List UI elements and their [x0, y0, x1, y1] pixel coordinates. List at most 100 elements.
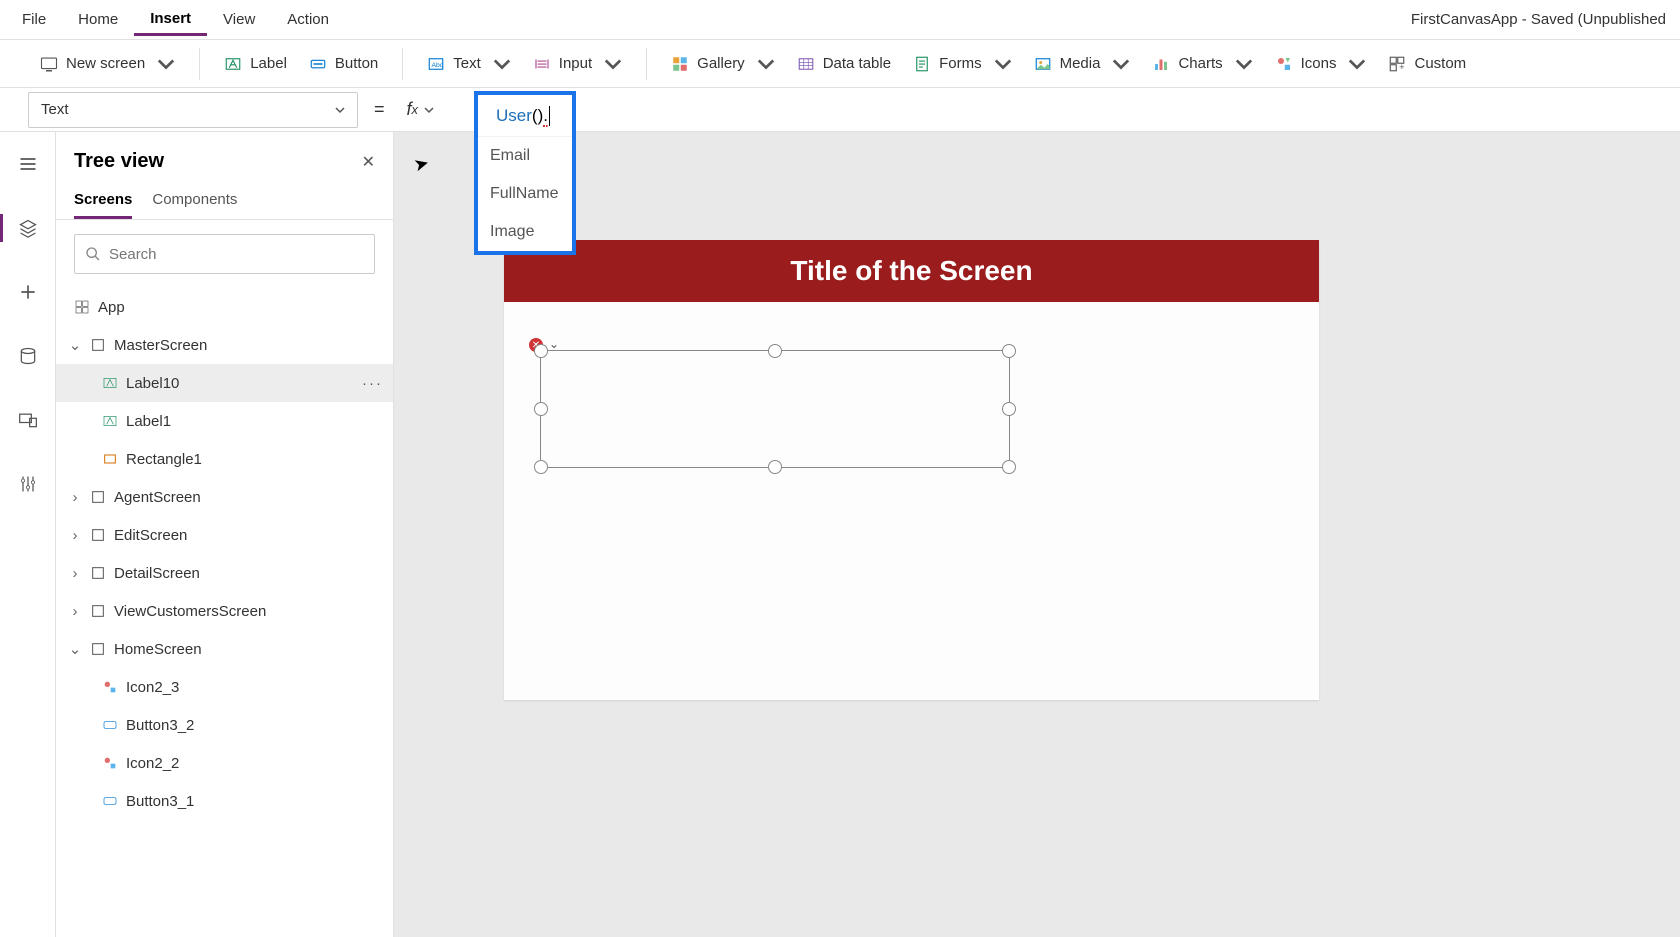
chevron-down-icon[interactable]: ⌄	[68, 336, 82, 354]
media-button[interactable]: Media	[1026, 49, 1139, 79]
text-button[interactable]: Abc Text	[419, 49, 519, 79]
chevron-down-icon	[335, 105, 345, 115]
tree-node-agentscreen[interactable]: › AgentScreen	[56, 478, 393, 516]
screen-title-bar[interactable]: Title of the Screen	[504, 240, 1319, 302]
plus-icon	[18, 282, 38, 302]
tree-node-viewcustomersscreen[interactable]: › ViewCustomersScreen	[56, 592, 393, 630]
autocomplete-item-fullname[interactable]: FullName	[478, 175, 572, 213]
resize-handle[interactable]	[1002, 344, 1016, 358]
devices-icon	[18, 410, 38, 430]
tree-node-label: Icon2_3	[126, 679, 179, 696]
error-chevron-icon[interactable]: ⌄	[549, 337, 559, 351]
chevron-right-icon[interactable]: ›	[68, 565, 82, 582]
screen-canvas[interactable]: Title of the Screen ✕ ⌄	[504, 240, 1319, 700]
selected-label-box[interactable]: ✕ ⌄	[540, 350, 1010, 468]
label-button[interactable]: Label	[216, 49, 295, 79]
tree-node-label1[interactable]: Label1	[56, 402, 393, 440]
gallery-button[interactable]: Gallery	[663, 49, 783, 79]
label-icon	[102, 375, 118, 391]
tree-node-rectangle1[interactable]: Rectangle1	[56, 440, 393, 478]
tree-search[interactable]	[74, 234, 375, 274]
label-label: Label	[250, 55, 287, 72]
resize-handle[interactable]	[534, 344, 548, 358]
tree-node-detailscreen[interactable]: › DetailScreen	[56, 554, 393, 592]
input-button[interactable]: Input	[525, 49, 630, 79]
add-button[interactable]	[10, 274, 46, 310]
formula-text[interactable]: User().	[478, 95, 572, 137]
property-select[interactable]: Text	[28, 92, 358, 128]
formula-bar: Text = fx	[0, 88, 1680, 132]
resize-handle[interactable]	[1002, 402, 1016, 416]
formula-input[interactable]	[450, 92, 1652, 128]
chevron-down-icon	[424, 105, 434, 115]
icons-button[interactable]: Icons	[1267, 49, 1375, 79]
icons-label: Icons	[1301, 55, 1337, 72]
menu-action[interactable]: Action	[271, 5, 345, 34]
cursor-icon: ➤	[412, 152, 432, 176]
resize-handle[interactable]	[768, 344, 782, 358]
tree-search-input[interactable]	[109, 246, 364, 263]
button-label: Button	[335, 55, 378, 72]
menu-file[interactable]: File	[6, 5, 62, 34]
resize-handle[interactable]	[534, 460, 548, 474]
data-table-label: Data table	[823, 55, 891, 72]
tab-screens[interactable]: Screens	[74, 183, 132, 219]
tree-node-editscreen[interactable]: › EditScreen	[56, 516, 393, 554]
tree-node-icon22[interactable]: Icon2_2	[56, 744, 393, 782]
database-icon	[18, 346, 38, 366]
chevron-down-icon[interactable]: ⌄	[68, 640, 82, 658]
tree-node-homescreen[interactable]: ⌄ HomeScreen	[56, 630, 393, 668]
tree-view-button[interactable]	[10, 210, 46, 246]
menu-insert[interactable]: Insert	[134, 4, 207, 36]
tree-app-root[interactable]: App	[56, 288, 393, 326]
chevron-right-icon[interactable]: ›	[68, 527, 82, 544]
text-icon: Abc	[427, 55, 445, 73]
autocomplete-item-image[interactable]: Image	[478, 213, 572, 251]
custom-button[interactable]: + Custom	[1380, 49, 1474, 79]
tree-node-icon23[interactable]: Icon2_3	[56, 668, 393, 706]
media-label: Media	[1060, 55, 1101, 72]
button-button[interactable]: Button	[301, 49, 386, 79]
data-button[interactable]	[10, 338, 46, 374]
advanced-tools-button[interactable]	[10, 466, 46, 502]
more-button[interactable]: ···	[362, 375, 383, 392]
forms-button[interactable]: Forms	[905, 49, 1020, 79]
resize-handle[interactable]	[1002, 460, 1016, 474]
menu-home[interactable]: Home	[62, 5, 134, 34]
autocomplete-popup: User(). Email FullName Image	[474, 91, 576, 255]
hamburger-icon	[18, 154, 38, 174]
tree-node-button32[interactable]: Button3_2	[56, 706, 393, 744]
chevron-down-icon	[493, 55, 511, 73]
charts-button[interactable]: Charts	[1144, 49, 1260, 79]
tree-node-label: Icon2_2	[126, 755, 179, 772]
tree-node-label: AgentScreen	[114, 489, 201, 506]
chevron-right-icon[interactable]: ›	[68, 489, 82, 506]
tree-node-label: Label10	[126, 375, 179, 392]
tree-node-button31[interactable]: Button3_1	[56, 782, 393, 820]
formula-fn: User	[496, 106, 532, 125]
data-table-icon	[797, 55, 815, 73]
new-screen-button[interactable]: New screen	[32, 49, 183, 79]
autocomplete-item-email[interactable]: Email	[478, 137, 572, 175]
resize-handle[interactable]	[534, 402, 548, 416]
tree-node-masterscreen[interactable]: ⌄ MasterScreen	[56, 326, 393, 364]
screen-icon	[90, 603, 106, 619]
fx-button[interactable]: fx	[401, 99, 441, 120]
tab-components[interactable]: Components	[152, 183, 237, 219]
tree-list[interactable]: App ⌄ MasterScreen Label10 ··· Label1 Re…	[56, 288, 393, 937]
chevron-right-icon[interactable]: ›	[68, 603, 82, 620]
data-table-button[interactable]: Data table	[789, 49, 899, 79]
charts-icon	[1152, 55, 1170, 73]
property-value: Text	[41, 101, 69, 118]
custom-icon: +	[1388, 55, 1406, 73]
close-tree-button[interactable]: ✕	[362, 152, 375, 172]
icons-icon	[1275, 55, 1293, 73]
canvas-area[interactable]: ➤ Title of the Screen ✕ ⌄	[394, 132, 1680, 937]
forms-icon	[913, 55, 931, 73]
tree-node-label10[interactable]: Label10 ···	[56, 364, 393, 402]
hamburger-button[interactable]	[10, 146, 46, 182]
menu-view[interactable]: View	[207, 5, 271, 34]
media-rail-button[interactable]	[10, 402, 46, 438]
resize-handle[interactable]	[768, 460, 782, 474]
chevron-down-icon	[1112, 55, 1130, 73]
